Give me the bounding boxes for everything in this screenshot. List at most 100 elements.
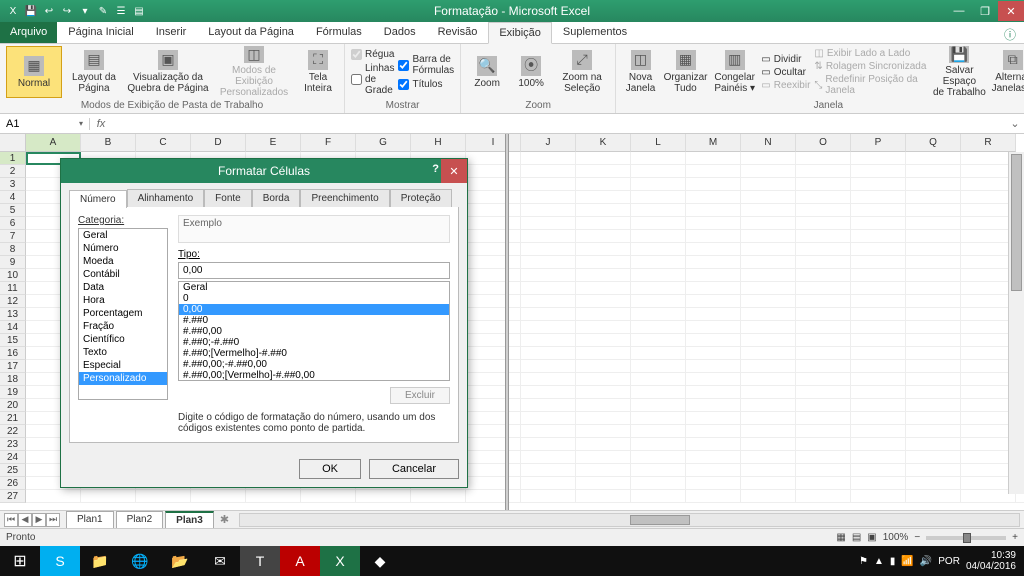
row-header[interactable]: 8 (0, 243, 26, 256)
redo-icon[interactable]: ↪ (60, 4, 74, 18)
gridlines-checkbox[interactable]: Linhas de Grade (351, 63, 394, 96)
reset-position-button[interactable]: ⤡ Redefinir Posição da Janela (814, 74, 927, 96)
zoom-out-icon[interactable]: − (914, 532, 920, 543)
tray-battery-icon[interactable]: ▮ (890, 556, 896, 567)
taskbar-tex-icon[interactable]: T (240, 546, 280, 576)
column-header[interactable]: C (136, 134, 191, 152)
row-header[interactable]: 1 (0, 152, 26, 165)
category-item[interactable]: Porcentagem (79, 307, 167, 320)
format-code-listbox[interactable]: Geral00,00#.##0#.##0,00#.##0;-#.##0#.##0… (178, 281, 450, 381)
custom-views-button[interactable]: ◫Modos de Exibição Personalizados (214, 46, 294, 98)
row-header[interactable]: 11 (0, 282, 26, 295)
page-layout-button[interactable]: ▤Layout da Página (66, 46, 122, 98)
expand-formula-bar-icon[interactable]: ⌄ (1006, 117, 1024, 130)
category-item[interactable]: Moeda (79, 255, 167, 268)
new-window-button[interactable]: ◫Nova Janela (622, 46, 659, 98)
undo-icon[interactable]: ↩ (42, 4, 56, 18)
column-header[interactable]: E (246, 134, 301, 152)
category-item[interactable]: Data (79, 281, 167, 294)
sheet-nav-next-icon[interactable]: ▶ (32, 513, 46, 527)
freeze-panes-button[interactable]: ▥Congelar Painéis ▾ (712, 46, 757, 98)
select-all-corner[interactable] (0, 134, 26, 152)
split-button[interactable]: ▭ Dividir (761, 54, 810, 65)
dialog-tab-alinhamento[interactable]: Alinhamento (127, 189, 205, 207)
zoom-100-button[interactable]: ⦿100% (511, 46, 551, 98)
formulabar-checkbox[interactable]: Barra de Fórmulas (398, 54, 454, 76)
taskbar-chrome-icon[interactable]: 🌐 (120, 546, 160, 576)
row-header[interactable]: 19 (0, 386, 26, 399)
dialog-tab-borda[interactable]: Borda (252, 189, 301, 207)
sheet-nav-last-icon[interactable]: ⏭ (46, 513, 60, 527)
format-code-item[interactable]: #.##0;-#.##0 (179, 337, 449, 348)
column-header[interactable]: B (81, 134, 136, 152)
column-header[interactable]: N (741, 134, 796, 152)
column-header[interactable]: Q (906, 134, 961, 152)
arrange-all-button[interactable]: ▦Organizar Tudo (663, 46, 708, 98)
close-button[interactable]: ✕ (998, 1, 1024, 21)
column-header[interactable]: D (191, 134, 246, 152)
column-header[interactable]: I (466, 134, 521, 152)
tray-network-icon[interactable]: 📶 (901, 556, 913, 567)
column-header[interactable]: O (796, 134, 851, 152)
vertical-scrollbar[interactable] (1008, 152, 1024, 494)
format-code-item[interactable]: 0,00 (179, 304, 449, 315)
row-header[interactable]: 22 (0, 425, 26, 438)
taskbar-skype-icon[interactable]: S (40, 546, 80, 576)
column-header[interactable]: K (576, 134, 631, 152)
ribbon-tab-revisão[interactable]: Revisão (427, 21, 489, 43)
sheet-nav-first-icon[interactable]: ⏮ (4, 513, 18, 527)
column-header[interactable]: M (686, 134, 741, 152)
format-code-item[interactable]: #.##0,00;[Vermelho]-#.##0,00 (179, 370, 449, 381)
category-item[interactable]: Especial (79, 359, 167, 372)
tray-flag-icon[interactable]: ⚑ (859, 556, 868, 567)
start-button[interactable]: ⊞ (0, 546, 40, 576)
qat-pencil-icon[interactable]: ✎ (96, 4, 110, 18)
split-divider[interactable] (505, 134, 509, 510)
taskbar-inkscape-icon[interactable]: ◆ (360, 546, 400, 576)
category-item[interactable]: Hora (79, 294, 167, 307)
category-item[interactable]: Científico (79, 333, 167, 346)
row-header[interactable]: 15 (0, 334, 26, 347)
delete-format-button[interactable]: Excluir (390, 387, 450, 404)
sheet-nav[interactable]: ⏮ ◀ ▶ ⏭ (0, 513, 64, 527)
view-pagebreak-icon[interactable]: ▣ (867, 532, 876, 543)
row-header[interactable]: 2 (0, 165, 26, 178)
column-header[interactable]: A (26, 134, 81, 152)
column-header[interactable]: L (631, 134, 686, 152)
taskbar-pdf-icon[interactable]: A (280, 546, 320, 576)
tray-up-icon[interactable]: ▲ (874, 556, 884, 567)
horizontal-scrollbar[interactable] (239, 513, 1020, 527)
sheet-tab[interactable]: Plan1 (66, 511, 114, 528)
zoom-selection-button[interactable]: ⤢Zoom na Seleção (555, 46, 609, 98)
format-code-item[interactable]: #.##0,00;-#.##0,00 (179, 359, 449, 370)
ribbon-tab-exibição[interactable]: Exibição (488, 22, 552, 44)
zoom-level[interactable]: 100% (883, 532, 909, 543)
category-item[interactable]: Fração (79, 320, 167, 333)
page-break-button[interactable]: ▣Visualização da Quebra de Página (126, 46, 210, 98)
row-header[interactable]: 25 (0, 464, 26, 477)
row-header[interactable]: 18 (0, 373, 26, 386)
sheet-nav-prev-icon[interactable]: ◀ (18, 513, 32, 527)
ribbon-tab-página-inicial[interactable]: Página Inicial (57, 21, 144, 43)
format-code-item[interactable]: Geral (179, 282, 449, 293)
ribbon-tab-fórmulas[interactable]: Fórmulas (305, 21, 373, 43)
taskbar-mail-icon[interactable]: ✉ (200, 546, 240, 576)
zoom-button[interactable]: 🔍Zoom (467, 46, 507, 98)
ribbon-tab-suplementos[interactable]: Suplementos (552, 21, 638, 43)
row-header[interactable]: 7 (0, 230, 26, 243)
qat-grid-icon[interactable]: ▤ (132, 4, 146, 18)
ribbon-tab-dados[interactable]: Dados (373, 21, 427, 43)
headings-checkbox[interactable]: Títulos (398, 79, 454, 90)
tray-volume-icon[interactable]: 🔊 (920, 556, 932, 567)
column-header[interactable]: H (411, 134, 466, 152)
dialog-tab-fonte[interactable]: Fonte (204, 189, 252, 207)
column-header[interactable]: J (521, 134, 576, 152)
sheet-tab[interactable]: Plan3 (165, 511, 214, 528)
row-header[interactable]: 3 (0, 178, 26, 191)
format-code-item[interactable]: 0 (179, 293, 449, 304)
tray-clock[interactable]: 10:39 04/04/2016 (966, 550, 1016, 572)
column-header[interactable]: G (356, 134, 411, 152)
row-header[interactable]: 23 (0, 438, 26, 451)
category-item[interactable]: Contábil (79, 268, 167, 281)
format-code-item[interactable]: #.##0 (179, 315, 449, 326)
